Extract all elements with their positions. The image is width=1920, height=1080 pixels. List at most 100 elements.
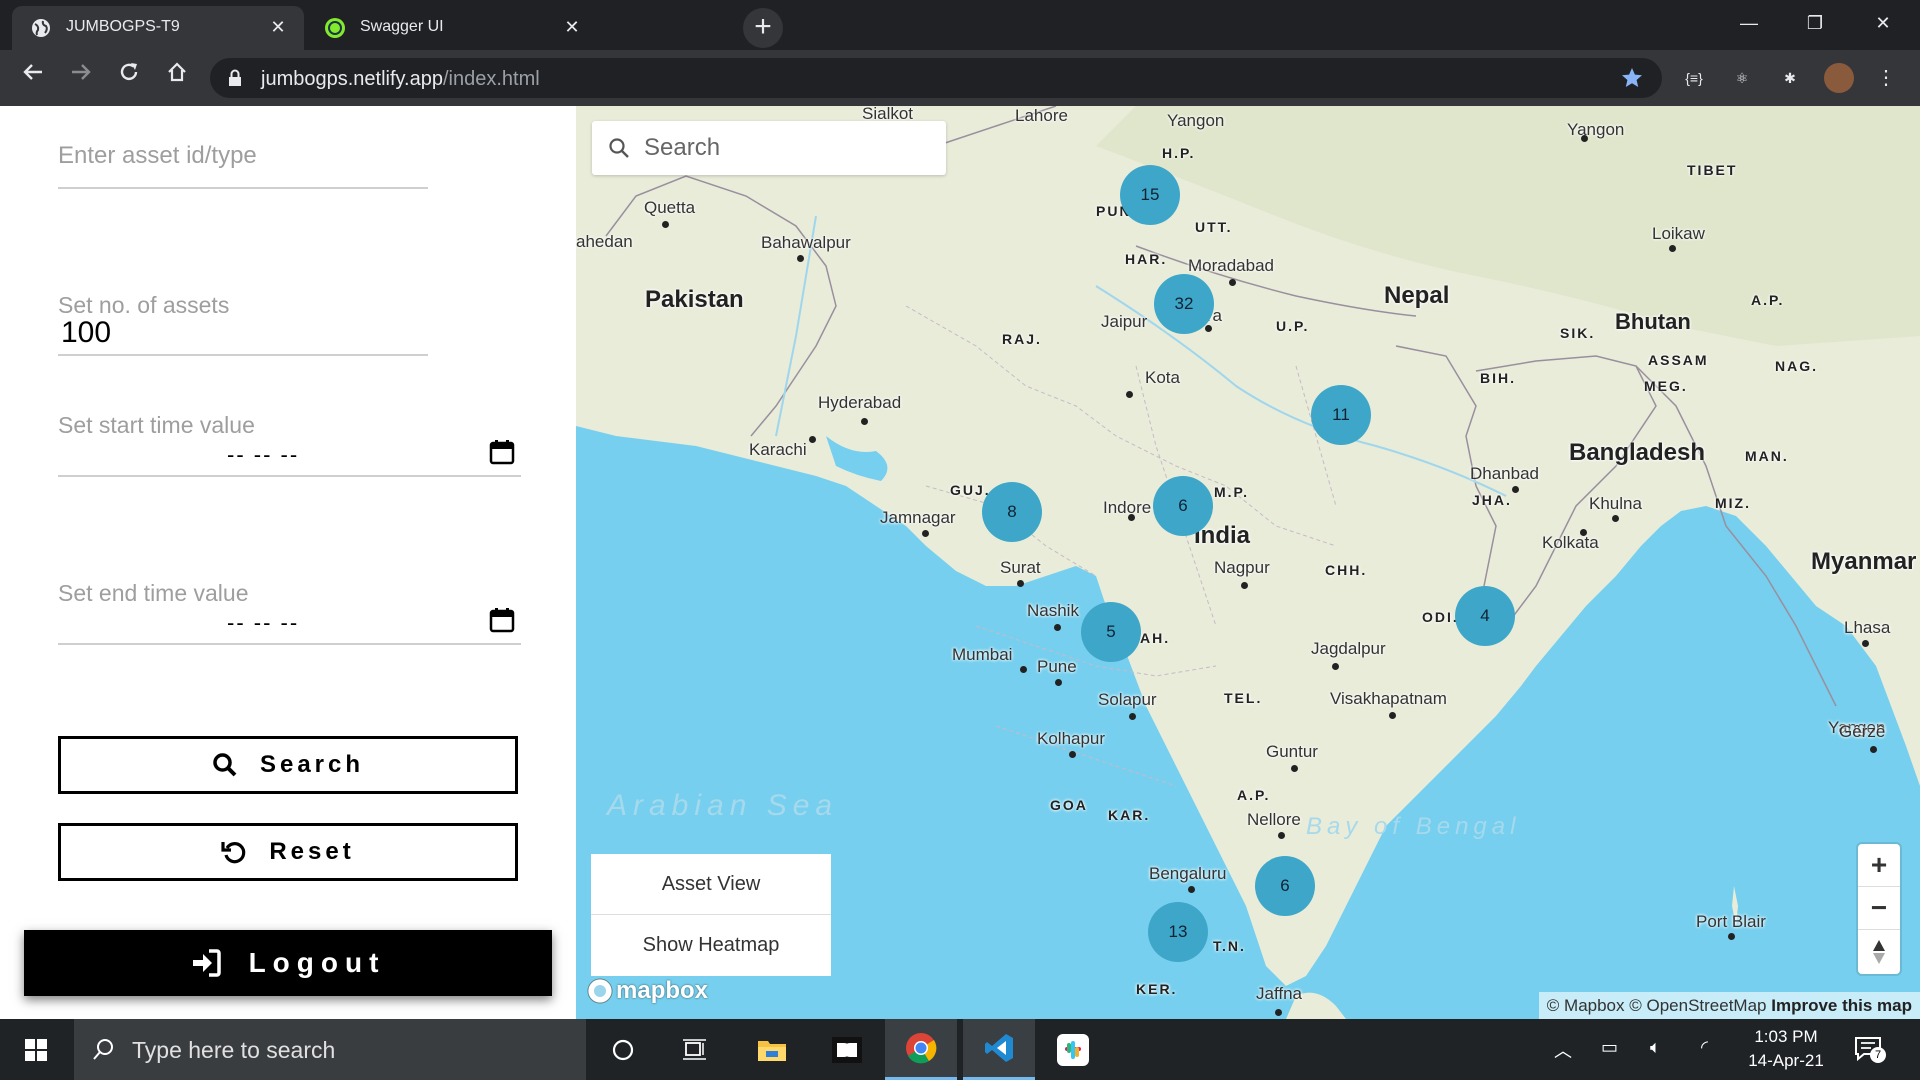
city-dot	[1580, 529, 1587, 536]
map-view[interactable]: Sialkot Lahore Yangon Lahore Quetta ahed…	[576, 106, 1920, 1019]
extensions-puzzle-icon[interactable]: ✱	[1776, 64, 1804, 92]
city-dot	[1188, 886, 1195, 893]
asset-cluster[interactable]: 6	[1255, 856, 1315, 916]
close-tab-icon[interactable]: ✕	[266, 15, 290, 39]
sea-label: Bay of Bengal	[1306, 813, 1521, 840]
react-devtools-icon[interactable]: ⚛	[1728, 64, 1756, 92]
state-label: NAG.	[1775, 358, 1818, 374]
dolby-icon[interactable]	[811, 1019, 883, 1080]
state-label: M.P.	[1214, 484, 1249, 500]
volume-icon[interactable]: 🔈︎	[1650, 1037, 1661, 1058]
country-label: Nepal	[1384, 282, 1450, 309]
place-label: Nagpur	[1214, 558, 1270, 577]
city-dot	[1612, 515, 1619, 522]
file-explorer-icon[interactable]	[736, 1019, 808, 1080]
state-label: KER.	[1136, 981, 1178, 997]
state-label: ODI.	[1422, 609, 1459, 625]
asset-view-button[interactable]: Asset View	[591, 854, 831, 915]
city-dot	[1389, 712, 1396, 719]
bookmark-star-icon[interactable]	[1620, 66, 1644, 90]
vscode-icon[interactable]	[963, 1019, 1035, 1080]
end-time-input[interactable]: -- -- --	[227, 610, 299, 636]
city-dot	[1205, 325, 1212, 332]
zoom-in-icon[interactable]: +	[1858, 844, 1900, 887]
place-label: Lahore	[1015, 106, 1068, 125]
tab-swagger[interactable]: Swagger UI ✕	[306, 6, 598, 50]
minimize-icon[interactable]: —	[1726, 8, 1772, 38]
city-dot	[1241, 582, 1248, 589]
taskbar-search-box[interactable]: Type here to search	[74, 1019, 586, 1080]
compass-icon[interactable]	[1858, 930, 1900, 973]
state-label: H.P.	[1162, 145, 1196, 161]
city-dot	[1862, 640, 1869, 647]
mapbox-logo[interactable]: mapbox	[586, 976, 708, 1006]
state-label: MEG.	[1644, 378, 1688, 394]
asset-cluster[interactable]: 13	[1148, 902, 1208, 962]
city-dot	[1229, 279, 1236, 286]
chrome-icon[interactable]	[885, 1019, 957, 1080]
asset-input-placeholder[interactable]: Enter asset id/type	[58, 142, 257, 170]
notification-center-icon[interactable]: 7	[1854, 1035, 1886, 1068]
asset-cluster[interactable]: 8	[982, 482, 1042, 542]
asset-cluster[interactable]: 32	[1154, 274, 1214, 334]
windows-start-icon[interactable]	[0, 1019, 72, 1080]
restore-icon[interactable]: ❐	[1792, 8, 1838, 38]
url-path: /index.html	[442, 68, 540, 90]
city-dot	[861, 418, 868, 425]
asset-cluster[interactable]: 15	[1120, 165, 1180, 225]
city-dot	[1581, 135, 1588, 142]
place-label: Bengaluru	[1149, 864, 1227, 883]
tab-jumbogps[interactable]: JUMBOGPS-T9 ✕	[12, 6, 304, 50]
asset-cluster[interactable]: 4	[1455, 586, 1515, 646]
profile-avatar[interactable]	[1824, 63, 1854, 93]
slack-icon[interactable]	[1037, 1019, 1109, 1080]
forward-icon[interactable]	[64, 61, 98, 95]
city-dot	[1332, 663, 1339, 670]
place-label: Yangon	[1167, 111, 1225, 130]
city-dot	[1291, 765, 1298, 772]
map-search-box[interactable]	[592, 121, 946, 175]
show-heatmap-button[interactable]: Show Heatmap	[591, 915, 831, 976]
close-tab-icon[interactable]: ✕	[560, 15, 584, 39]
map-attribution: © Mapbox © OpenStreetMap Improve this ma…	[1538, 992, 1920, 1019]
country-label: Bangladesh	[1569, 439, 1706, 466]
clock-date: 14-Apr-21	[1748, 1051, 1824, 1070]
asset-cluster[interactable]: 6	[1153, 476, 1213, 536]
place-label: Pune	[1037, 657, 1077, 676]
wifi-icon[interactable]: ◜	[1701, 1037, 1708, 1058]
calendar-icon[interactable]	[489, 607, 515, 633]
place-label: Khulna	[1589, 494, 1642, 513]
window-close-icon[interactable]: ✕	[1860, 8, 1906, 38]
zoom-out-icon[interactable]: −	[1858, 887, 1900, 930]
asset-cluster[interactable]: 11	[1311, 385, 1371, 445]
json-extension-icon[interactable]: {≡}	[1680, 64, 1708, 92]
asset-cluster[interactable]: 5	[1081, 602, 1141, 662]
map-search-input[interactable]	[644, 131, 934, 165]
attribution-text[interactable]: © Mapbox © OpenStreetMap	[1547, 996, 1767, 1015]
logout-button[interactable]: Logout	[24, 930, 552, 996]
country-label: Bhutan	[1615, 309, 1691, 334]
search-icon	[93, 1039, 113, 1060]
more-menu-icon[interactable]: ⋮	[1872, 64, 1900, 92]
asset-count-input[interactable]: 100	[61, 316, 111, 350]
cortana-icon[interactable]	[587, 1019, 659, 1080]
city-dot	[1069, 751, 1076, 758]
search-button[interactable]: Search	[58, 736, 518, 794]
back-icon[interactable]	[16, 61, 50, 95]
home-icon[interactable]	[160, 61, 194, 95]
start-time-input[interactable]: -- -- --	[227, 442, 299, 468]
reload-icon[interactable]	[112, 61, 146, 95]
system-clock[interactable]: 1:03 PM 14-Apr-21	[1736, 1025, 1836, 1073]
lock-icon	[229, 69, 241, 86]
show-hidden-icons[interactable]: ︿	[1554, 1037, 1572, 1063]
task-view-icon[interactable]	[659, 1019, 731, 1080]
calendar-icon[interactable]	[489, 439, 515, 465]
city-dot	[1020, 666, 1027, 673]
improve-map-link[interactable]: Improve this map	[1771, 996, 1912, 1015]
place-label: Nashik	[1027, 601, 1079, 620]
battery-icon[interactable]: ▭	[1601, 1037, 1618, 1058]
state-label: GUJ.	[950, 482, 991, 498]
reset-button[interactable]: Reset	[58, 823, 518, 881]
new-tab-button[interactable]: +	[743, 8, 783, 48]
address-bar[interactable]: jumbogps.netlify.app/index.html	[210, 58, 1662, 98]
